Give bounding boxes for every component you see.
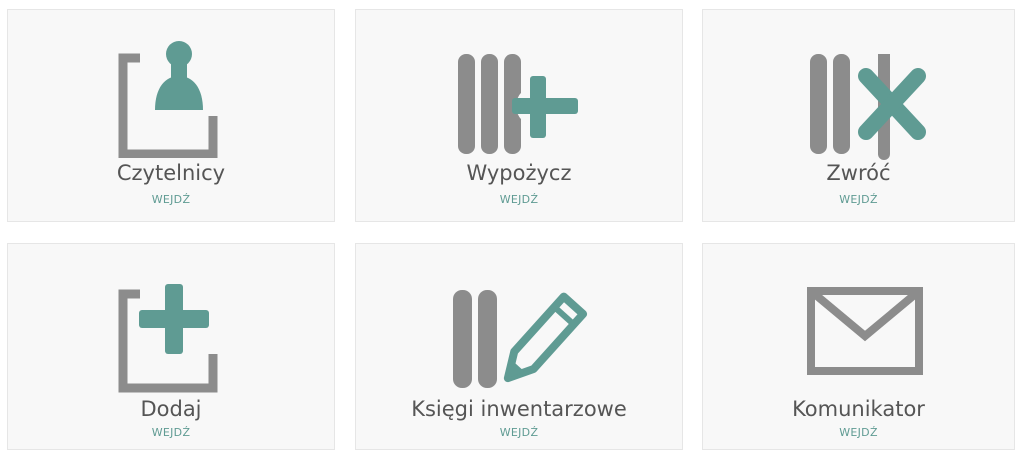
tile-title: Księgi inwentarzowe	[411, 397, 627, 421]
envelope-icon	[807, 287, 923, 375]
books-cross-icon	[810, 54, 926, 160]
tile-komunikator[interactable]: Komunikator WEJDŹ	[702, 243, 1015, 450]
tile-title: Czytelnicy	[116, 161, 226, 185]
enter-link[interactable]: WEJDŹ	[8, 426, 334, 439]
tile-title: Komunikator	[792, 397, 925, 421]
tile-ksiegi-inwentarzowe[interactable]: Księgi inwentarzowe WEJDŹ	[355, 243, 683, 450]
enter-link[interactable]: WEJDŹ	[356, 426, 682, 439]
tile-title: Dodaj	[140, 397, 202, 421]
books-plus-icon	[458, 54, 578, 154]
books-pencil-icon	[453, 290, 588, 388]
add-plus-icon	[118, 284, 218, 393]
enter-link[interactable]: WEJDŹ	[703, 426, 1014, 439]
reader-person-icon	[118, 41, 218, 158]
tile-dodaj[interactable]: Dodaj WEJDŹ	[7, 243, 335, 450]
tile-zwroc[interactable]: Zwróć WEJDŹ	[702, 9, 1015, 222]
tile-title: Zwróć	[826, 161, 891, 185]
enter-link[interactable]: WEJDŹ	[356, 193, 682, 206]
tile-title: Wypożycz	[466, 161, 572, 185]
tile-wypozycz[interactable]: Wypożycz WEJDŹ	[355, 9, 683, 222]
enter-link[interactable]: WEJDŹ	[8, 193, 334, 206]
tile-czytelnicy[interactable]: Czytelnicy WEJDŹ	[7, 9, 335, 222]
enter-link[interactable]: WEJDŹ	[703, 193, 1014, 206]
